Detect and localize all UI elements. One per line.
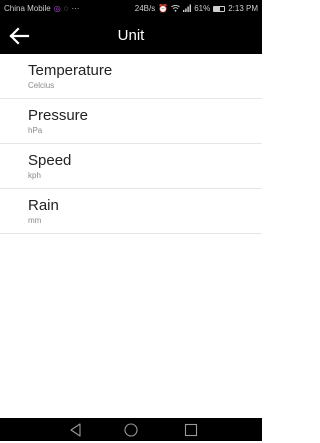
- unit-list: Temperature Celcius Pressure hPa Speed k…: [0, 54, 262, 234]
- notification-icon: ◎: [53, 4, 61, 13]
- unit-label: Rain: [28, 197, 59, 214]
- status-right: 24B/s ⏰ 61% 2:13 PM: [135, 4, 258, 14]
- clock: 2:13 PM: [228, 4, 258, 13]
- triangle-back-icon[interactable]: [68, 422, 84, 438]
- wifi-icon: [171, 4, 180, 14]
- toolbar: Unit: [0, 17, 262, 54]
- battery-fill: [214, 6, 221, 11]
- carrier-label: China Mobile: [4, 4, 51, 13]
- battery-icon: [213, 5, 226, 12]
- unit-item-pressure[interactable]: Pressure hPa: [0, 99, 262, 144]
- unit-item-speed[interactable]: Speed kph: [0, 144, 262, 189]
- alarm-icon: ⏰: [158, 4, 169, 13]
- net-speed: 24B/s: [134, 4, 156, 13]
- signal-icon: [183, 4, 192, 14]
- unit-label: Temperature: [28, 62, 113, 79]
- battery-percent: 61%: [194, 4, 211, 13]
- unit-value: kph: [28, 171, 41, 180]
- unit-label: Speed: [28, 152, 72, 169]
- unit-label: Pressure: [28, 107, 89, 124]
- page-title: Unit: [117, 27, 145, 44]
- navigation-bar: [0, 418, 262, 441]
- unit-value: hPa: [28, 126, 43, 135]
- more-notifications: ···: [71, 4, 80, 13]
- circle-home-icon[interactable]: [123, 422, 139, 438]
- unit-value: mm: [28, 216, 42, 225]
- unit-item-rain[interactable]: Rain mm: [0, 189, 262, 234]
- unit-item-temperature[interactable]: Temperature Celcius: [0, 54, 262, 99]
- notification-icon-2: ◌: [63, 4, 69, 13]
- square-recent-icon[interactable]: [183, 422, 199, 438]
- status-bar: China Mobile ◎ ◌ ··· 24B/s ⏰ 61% 2:13 PM: [0, 0, 262, 17]
- unit-value: Celcius: [28, 81, 55, 90]
- status-left: China Mobile ◎ ◌ ···: [4, 4, 79, 13]
